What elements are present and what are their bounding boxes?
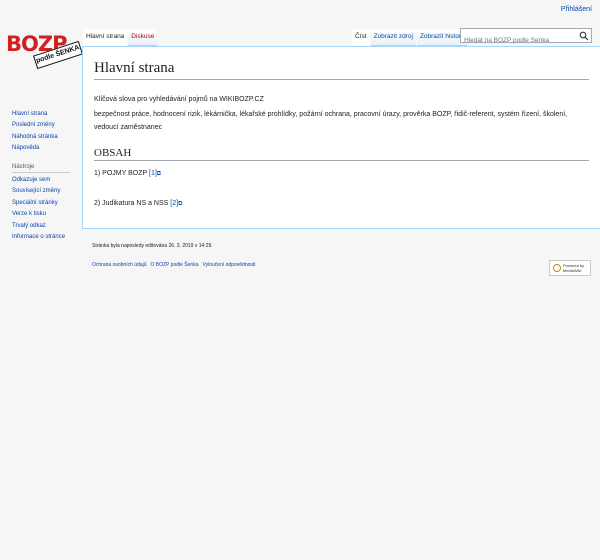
sidebar-item-main-page[interactable]: Hlavní strana — [12, 109, 58, 120]
view-tabs: Číst Zobrazit zdroj Zobrazit historii — [352, 29, 468, 46]
page-title: Hlavní strana — [94, 60, 589, 80]
sidebar-item-page-info[interactable]: Informace o stránce — [12, 232, 70, 243]
keywords-text: bezpečnost práce, hodnocení rizik, lékár… — [94, 111, 568, 131]
footer-link-about[interactable]: O BOZP podle Šenka — [150, 262, 198, 268]
sidebar-item-recent-changes[interactable]: Poslední změny — [12, 120, 58, 131]
sidebar-item-related-changes[interactable]: Související změny — [12, 186, 70, 197]
content-area: Hlavní strana Klíčová slova pro vyhledáv… — [82, 46, 600, 229]
sidebar-item-what-links-here[interactable]: Odkazuje sem — [12, 175, 70, 186]
mediawiki-badge-text: Powered by MediaWiki — [563, 263, 584, 273]
mediawiki-label: MediaWiki — [563, 268, 582, 273]
sidebar-item-printable-version[interactable]: Verze k tisku — [12, 209, 70, 220]
intro-text: Klíčová slova pro vyhledávání pojmů na W… — [94, 96, 264, 103]
sidebar-item-special-pages[interactable]: Speciální stránky — [12, 198, 70, 209]
site-logo[interactable]: BOZP podle ŠENKA — [4, 30, 83, 70]
search-icon[interactable] — [579, 31, 589, 41]
sidebar-item-permanent-link[interactable]: Trvalý odkaz — [12, 221, 70, 232]
namespace-tabs: Hlavní strana Diskuse — [83, 29, 158, 46]
item-1-ref-link[interactable]: [1] — [149, 170, 157, 177]
login-link[interactable]: Přihlášení — [561, 6, 592, 13]
sidebar-tools: Nástroje Odkazuje sem Související změny … — [12, 164, 70, 243]
content-item-1: 1) POJMY BOZP [1]⧉ — [94, 167, 574, 181]
section-heading: OBSAH — [94, 147, 589, 161]
item-1-label: 1) POJMY BOZP — [94, 170, 148, 177]
tab-discussion[interactable]: Diskuse — [128, 29, 158, 46]
item-2-ref-link[interactable]: [2] — [170, 200, 178, 207]
mediawiki-logo-icon — [553, 264, 561, 272]
search-box — [460, 28, 592, 47]
sidebar-item-help[interactable]: Nápověda — [12, 143, 58, 154]
last-modified-text: Stránka byla naposledy editována 26. 3. … — [92, 243, 213, 249]
sidebar-item-random-page[interactable]: Náhodná stránka — [12, 132, 58, 143]
footer-links: Ochrana osobních údajů O BOZP podle Šenk… — [92, 262, 255, 268]
powered-by-mediawiki-badge[interactable]: Powered by MediaWiki — [549, 260, 591, 276]
footer-link-privacy[interactable]: Ochrana osobních údajů — [92, 262, 146, 268]
tab-read[interactable]: Číst — [352, 29, 370, 46]
item-2-label: 2) Judikatura NS a NSS — [94, 200, 169, 207]
footer-link-disclaimer[interactable]: Vyloučení odpovědnosti — [202, 262, 255, 268]
tab-main-page[interactable]: Hlavní strana — [83, 29, 128, 46]
external-link-icon: ⧉ — [156, 171, 162, 177]
sidebar-navigation: Hlavní strana Poslední změny Náhodná str… — [12, 109, 58, 155]
tab-view-source[interactable]: Zobrazit zdroj — [370, 29, 416, 46]
external-link-icon: ⧉ — [178, 201, 183, 207]
tools-heading: Nástroje — [12, 164, 70, 173]
content-item-2: 2) Judikatura NS a NSS [2]⧉ — [94, 197, 574, 211]
